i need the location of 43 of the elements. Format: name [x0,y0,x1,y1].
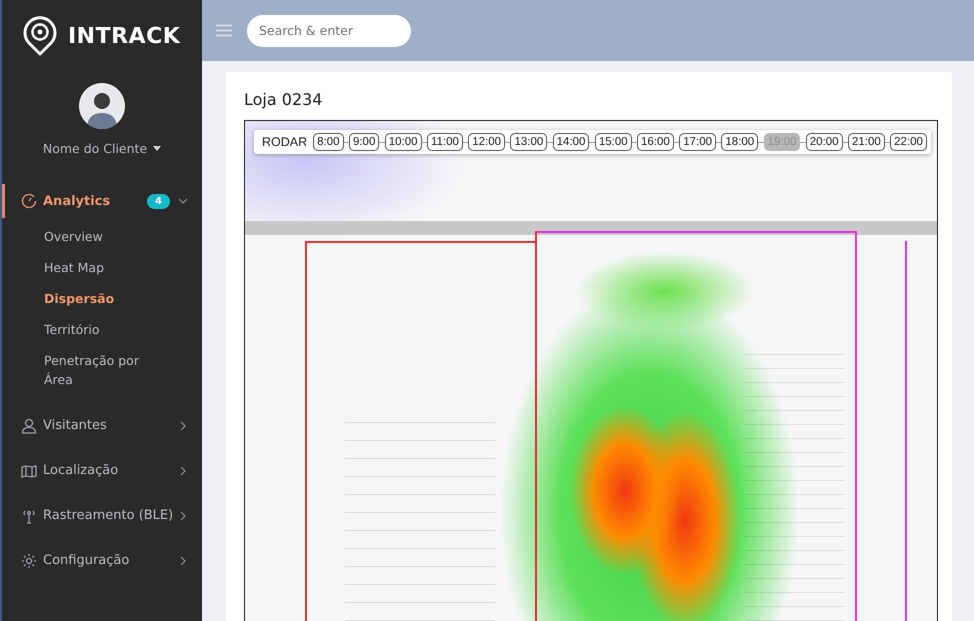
hour-button[interactable]: 21:00 [848,133,885,151]
hour-button[interactable]: 10:00 [384,133,422,151]
gauge-icon [21,193,37,209]
hour-button[interactable]: 20:00 [806,133,843,151]
submenu-item[interactable]: Heat Map [44,252,164,283]
nav-item[interactable]: Configuração [2,538,202,583]
hour-button[interactable]: 22:00 [890,133,927,151]
hour-button[interactable]: 8:00 [313,133,344,151]
brand-name: INTRACK [68,24,180,48]
hour-button[interactable]: 9:00 [348,133,380,151]
chevron-right-icon [178,510,188,520]
hour-button[interactable]: 18:00 [721,133,758,151]
menu-icon[interactable] [216,24,232,37]
chevron-right-icon [178,420,188,430]
page-title: Loja 0234 [244,90,324,109]
avatar-photo-placeholder [79,83,125,129]
submenu-item[interactable]: Overview [44,221,164,252]
hour-button[interactable]: 17:00 [679,133,716,151]
count-badge: 4 [147,194,170,208]
nav-item[interactable]: Localização [2,448,202,493]
search-field[interactable]: Search & enter [247,14,411,46]
submenu-item[interactable]: Penetração por Área [44,345,164,395]
play-button[interactable]: RODAR [262,135,314,149]
gear-icon [21,552,37,568]
hour-button[interactable]: 14:00 [552,133,590,151]
hour-button[interactable]: 15:00 [594,133,632,151]
location-pin-icon [22,16,58,56]
submenu-item[interactable]: Território [44,314,164,345]
hour-button[interactable]: 12:00 [468,133,506,151]
caret-icon [153,146,162,151]
nav-item[interactable]: Visitantes [2,403,202,448]
person-icon [21,418,37,434]
chevron-down-icon [178,196,188,206]
chevron-right-icon [178,466,188,476]
user-menu[interactable]: Nome do Cliente [40,139,164,158]
nav-item[interactable]: Rastreamento (BLE) [2,493,202,538]
submenu-item[interactable]: Dispersão [44,283,164,314]
hour-button[interactable]: 16:00 [637,133,674,151]
hour-button[interactable]: 11:00 [426,133,463,151]
antenna-icon [21,508,37,524]
chevron-right-icon [178,556,188,566]
hour-button[interactable]: 13:00 [510,133,548,151]
map-icon [21,462,37,478]
